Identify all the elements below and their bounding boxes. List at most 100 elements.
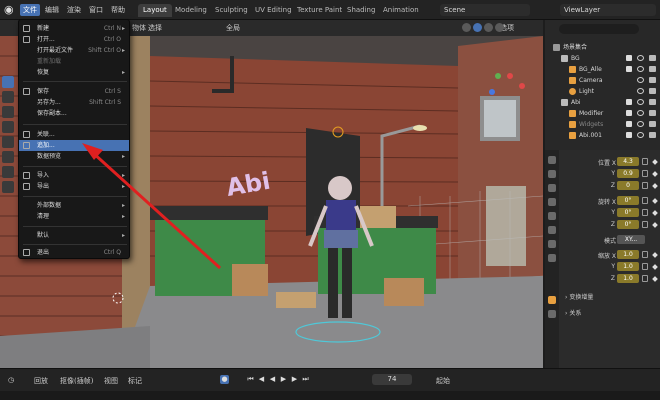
file-menu-data-previews[interactable]: 数据预览 ▸ xyxy=(19,151,129,162)
file-menu-save[interactable]: 保存 Ctrl S xyxy=(19,86,129,97)
eye-icon[interactable] xyxy=(637,110,644,116)
outliner-row[interactable]: BG_Alle xyxy=(545,64,660,75)
keyframe-icon[interactable] xyxy=(652,264,658,270)
timeline-ruler[interactable] xyxy=(0,391,660,400)
jump-end-icon[interactable]: ⏭ xyxy=(301,375,310,384)
viewport-object-menu[interactable]: 物体 xyxy=(132,23,146,33)
object-tab-icon[interactable] xyxy=(548,296,556,304)
lock-icon[interactable] xyxy=(642,158,648,165)
lock-icon[interactable] xyxy=(642,275,648,282)
checkbox-icon[interactable] xyxy=(626,66,632,72)
lock-icon[interactable] xyxy=(642,251,648,258)
tab-uv-editing[interactable]: UV Editing xyxy=(250,4,297,17)
rotation-mode-dropdown[interactable]: XY... xyxy=(617,235,645,244)
scene-tab-icon[interactable] xyxy=(548,212,556,220)
keyframe-icon[interactable] xyxy=(652,198,658,204)
keyframe-icon[interactable] xyxy=(652,210,658,216)
location-x-field[interactable]: 4.3 xyxy=(617,157,639,166)
keyframe-icon[interactable] xyxy=(652,171,658,177)
scale-z-field[interactable]: 1.0 xyxy=(617,274,639,283)
keyframe-icon[interactable] xyxy=(652,276,658,282)
menu-file[interactable]: 文件 xyxy=(20,4,40,16)
play-icon[interactable]: ▶ xyxy=(279,375,288,384)
lock-icon[interactable] xyxy=(642,221,648,228)
keyframe-icon[interactable] xyxy=(652,183,658,189)
keyframe-icon[interactable] xyxy=(652,222,658,228)
camera-icon[interactable] xyxy=(649,99,656,105)
transform-tool-icon[interactable] xyxy=(2,151,14,163)
rotate-tool-icon[interactable] xyxy=(2,121,14,133)
camera-icon[interactable] xyxy=(649,66,656,72)
checkbox-icon[interactable] xyxy=(626,121,632,127)
file-menu-open[interactable]: 打开... Ctrl O xyxy=(19,34,129,45)
rotation-y-field[interactable]: 0° xyxy=(617,208,639,217)
outliner-search-input[interactable] xyxy=(559,24,639,34)
outliner-row[interactable]: Camera xyxy=(545,75,660,86)
lock-icon[interactable] xyxy=(642,209,648,216)
menu-help[interactable]: 帮助 xyxy=(108,4,128,16)
checkbox-icon[interactable] xyxy=(626,110,632,116)
eye-icon[interactable] xyxy=(637,99,644,105)
file-menu-link[interactable]: 关联... xyxy=(19,129,129,140)
outliner-row[interactable]: Abi.001 xyxy=(545,130,660,141)
collection-tab-icon[interactable] xyxy=(548,240,556,248)
camera-icon[interactable] xyxy=(649,121,656,127)
camera-icon[interactable] xyxy=(649,110,656,116)
tab-shading[interactable]: Shading xyxy=(342,4,380,17)
tab-modeling[interactable]: Modeling xyxy=(170,4,212,17)
world-tab-icon[interactable] xyxy=(548,226,556,234)
lock-icon[interactable] xyxy=(642,263,648,270)
view-menu[interactable]: 视图 xyxy=(104,376,118,386)
scale-x-field[interactable]: 1.0 xyxy=(617,250,639,259)
view-layer-tab-icon[interactable] xyxy=(548,198,556,206)
shading-rendered-button[interactable] xyxy=(495,23,504,32)
shading-solid-button[interactable] xyxy=(473,23,482,32)
relations-section[interactable]: › 关系 xyxy=(565,308,581,317)
record-button[interactable]: ● xyxy=(220,375,229,384)
checkbox-icon[interactable] xyxy=(626,55,632,61)
tab-sculpting[interactable]: Sculpting xyxy=(210,4,253,17)
file-menu-append[interactable]: 追加... xyxy=(19,140,129,151)
keying-menu[interactable]: 抠像(插帧) xyxy=(60,376,93,386)
outliner-row[interactable]: 场景集合 xyxy=(545,42,660,53)
location-y-field[interactable]: 0.9 xyxy=(617,169,639,178)
tab-layout[interactable]: Layout xyxy=(138,4,172,17)
camera-icon[interactable] xyxy=(649,55,656,61)
playback-menu[interactable]: 回放 xyxy=(34,376,48,386)
menu-render[interactable]: 渲染 xyxy=(64,4,84,16)
measure-tool-icon[interactable] xyxy=(2,181,14,193)
file-menu-external-data[interactable]: 外部数据 ▸ xyxy=(19,200,129,211)
timeline-editor-icon[interactable]: ◷ xyxy=(8,376,14,384)
file-menu-export[interactable]: 导出 ▸ xyxy=(19,181,129,192)
tab-texture-paint[interactable]: Texture Paint xyxy=(292,4,347,17)
cursor-tool-icon[interactable] xyxy=(2,91,14,103)
file-menu-defaults[interactable]: 默认 ▸ xyxy=(19,230,129,241)
render-tab-icon[interactable] xyxy=(548,170,556,178)
next-keyframe-icon[interactable]: ▶ xyxy=(290,375,299,384)
location-z-field[interactable]: 0 xyxy=(617,181,639,190)
file-menu-revert[interactable]: 重新加载 xyxy=(19,56,129,67)
file-menu-save-as[interactable]: 另存为... Shift Ctrl S xyxy=(19,97,129,108)
tool-tab-icon[interactable] xyxy=(548,156,556,164)
output-tab-icon[interactable] xyxy=(548,184,556,192)
camera-icon[interactable] xyxy=(649,88,656,94)
tab-animation[interactable]: Animation xyxy=(378,4,424,17)
marker-menu[interactable]: 标记 xyxy=(128,376,142,386)
shading-wireframe-button[interactable] xyxy=(462,23,471,32)
file-menu-save-copy[interactable]: 保存副本... xyxy=(19,108,129,119)
eye-icon[interactable] xyxy=(637,77,644,83)
keyframe-icon[interactable] xyxy=(652,252,658,258)
eye-icon[interactable] xyxy=(637,132,644,138)
outliner-row[interactable]: Modifier xyxy=(545,108,660,119)
current-frame-field[interactable]: 74 xyxy=(372,374,412,385)
file-menu-recover[interactable]: 恢复 ▸ xyxy=(19,67,129,78)
checkbox-icon[interactable] xyxy=(626,132,632,138)
blender-logo-icon[interactable]: ◉ xyxy=(4,4,16,16)
texture-tab-icon[interactable] xyxy=(548,254,556,262)
annotate-tool-icon[interactable] xyxy=(2,166,14,178)
lock-icon[interactable] xyxy=(642,170,648,177)
modifier-tab-icon[interactable] xyxy=(548,310,556,318)
keyframe-icon[interactable] xyxy=(652,159,658,165)
delta-transform-section[interactable]: › 变换增量 xyxy=(565,292,593,301)
view-layer-selector[interactable]: ViewLayer xyxy=(560,4,656,16)
